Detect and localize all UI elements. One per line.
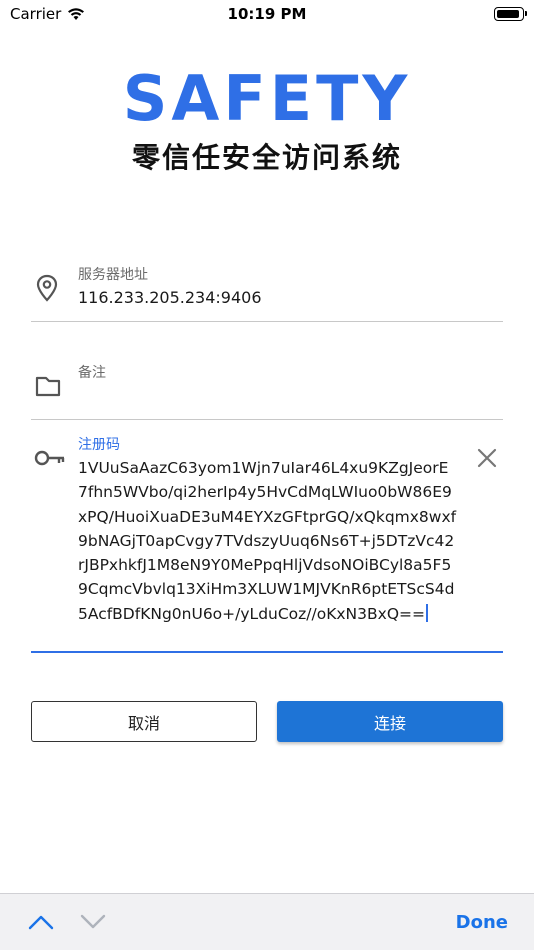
registration-code-input[interactable]: 1VUuSaAazC63yom1Wjn7uIar46L4xu9KZgJeorE7…: [78, 456, 458, 626]
active-divider: [31, 651, 503, 653]
done-button[interactable]: Done: [456, 912, 508, 933]
server-address-input[interactable]: 116.233.205.234:9406: [78, 288, 262, 307]
chevron-up-icon[interactable]: [28, 914, 54, 930]
location-pin-icon: [36, 274, 58, 302]
clear-icon[interactable]: [475, 446, 499, 470]
chevron-down-icon[interactable]: [80, 914, 106, 930]
note-label: 备注: [78, 365, 106, 381]
key-icon: [34, 450, 65, 466]
divider: [31, 419, 503, 420]
divider: [31, 321, 503, 322]
app-subtitle: 零信任安全访问系统: [131, 141, 402, 174]
server-address-label: 服务器地址: [78, 267, 148, 283]
status-time: 10:19 PM: [227, 5, 307, 23]
keyboard-toolbar: Done: [0, 893, 534, 950]
registration-code-label: 注册码: [78, 437, 120, 453]
battery-icon: [494, 7, 527, 21]
registration-code-text: 1VUuSaAazC63yom1Wjn7uIar46L4xu9KZgJeorE7…: [78, 459, 457, 623]
note-field[interactable]: 备注: [31, 360, 503, 422]
registration-code-field[interactable]: 注册码 1VUuSaAazC63yom1Wjn7uIar46L4xu9KZgJe…: [31, 432, 503, 656]
text-caret: [426, 603, 428, 622]
connect-button[interactable]: 连接: [277, 701, 503, 742]
server-address-field[interactable]: 服务器地址 116.233.205.234:9406: [31, 262, 503, 324]
app-logo: SAFETY: [122, 62, 412, 135]
status-bar: Carrier 10:19 PM: [0, 0, 534, 30]
cancel-button[interactable]: 取消: [31, 701, 257, 742]
folder-icon: [35, 376, 61, 397]
